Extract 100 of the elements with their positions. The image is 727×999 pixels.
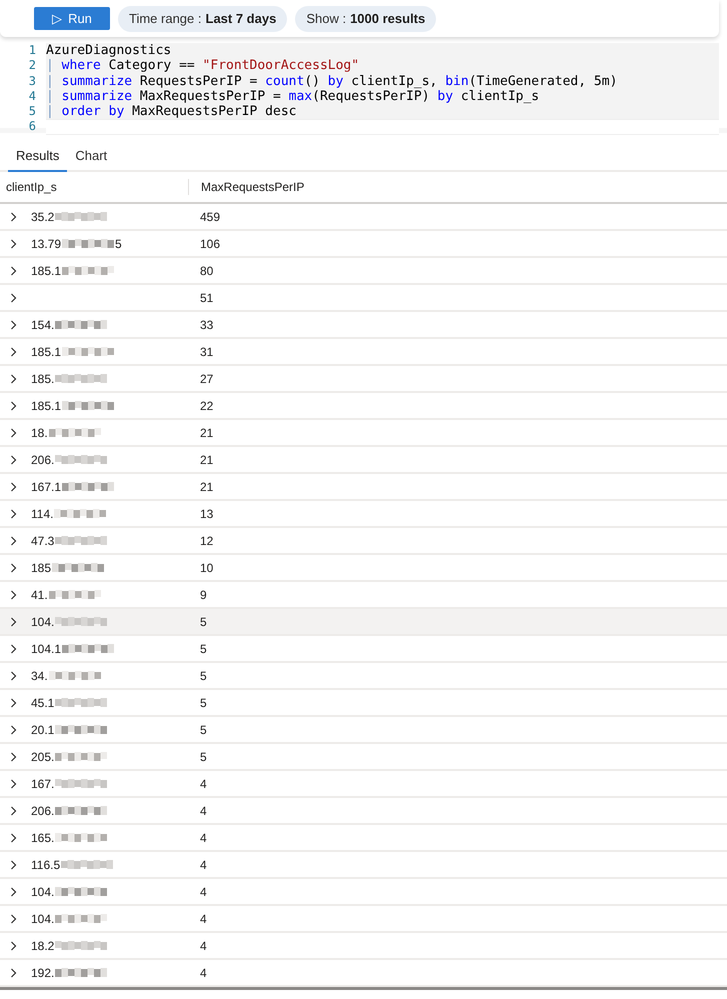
table-row[interactable]: 45.1 5 <box>0 690 727 717</box>
table-row[interactable]: 104. 4 <box>0 906 727 933</box>
table-cell-text: 22 <box>199 398 214 412</box>
expand-chevron-icon[interactable] <box>10 832 17 842</box>
ip-address: 20.1 <box>31 722 54 736</box>
expand-chevron-icon[interactable] <box>10 806 17 816</box>
expand-chevron-icon[interactable] <box>10 508 17 518</box>
table-row[interactable]: 206. 21 <box>0 447 727 474</box>
table-cell-text: 4 <box>199 830 208 844</box>
ip-address: 185.1 <box>31 344 62 358</box>
table-row[interactable]: 185.1 31 <box>0 339 727 366</box>
table-cell-text: 21 <box>199 452 214 466</box>
ip-address: 35.2 <box>31 210 54 224</box>
table-cell-text: 21 <box>199 480 214 494</box>
line-number: 4 <box>28 88 37 104</box>
ip-address: 185 <box>31 560 52 574</box>
table-row[interactable]: 185.1 80 <box>0 258 727 285</box>
run-button[interactable]: ▷ Run <box>34 7 110 30</box>
table-cell-text: 4 <box>199 938 208 952</box>
expand-chevron-icon[interactable] <box>10 212 17 222</box>
table-row[interactable]: 192. 4 <box>0 960 727 987</box>
table-row[interactable]: 35.2 459 <box>0 204 727 231</box>
table-cell-text: 5 <box>199 668 208 682</box>
line-number: 1 <box>28 43 37 58</box>
table-row[interactable]: 154. 33 <box>0 312 727 339</box>
expand-chevron-icon[interactable] <box>10 778 17 788</box>
table-cell-text: 5 <box>199 614 208 628</box>
ip-address: 18. <box>31 426 48 440</box>
expand-chevron-icon[interactable] <box>10 428 17 438</box>
expand-chevron-icon[interactable] <box>10 914 17 924</box>
table-row[interactable]: 18. 21 <box>0 420 727 447</box>
expand-chevron-icon[interactable] <box>10 886 17 896</box>
expand-chevron-icon[interactable] <box>10 968 17 978</box>
table-row[interactable]: 51 <box>0 285 727 312</box>
table-row[interactable]: 206. 4 <box>0 798 727 825</box>
expand-chevron-icon[interactable] <box>10 940 17 950</box>
line-number: 6 <box>28 119 37 135</box>
ip-address: 167. <box>31 776 54 790</box>
expand-chevron-icon[interactable] <box>10 616 17 626</box>
results-tab[interactable]: Chart <box>67 144 116 172</box>
time-range-selector[interactable]: Time range : Last 7 days <box>118 6 288 32</box>
expand-chevron-icon[interactable] <box>10 292 17 302</box>
ip-address: 185.1 <box>31 264 62 278</box>
table-row[interactable]: 185 10 <box>0 555 727 582</box>
table-row[interactable]: 104. 4 <box>0 879 727 906</box>
result-limit-selector[interactable]: Show : 1000 results <box>295 6 436 32</box>
table-row[interactable]: 185. 27 <box>0 366 727 393</box>
expand-chevron-icon[interactable] <box>10 346 17 356</box>
table-cell-text: 4 <box>199 776 208 790</box>
ip-address: 45.1 <box>31 696 54 710</box>
ip-address: 185. <box>31 372 54 386</box>
expand-chevron-icon[interactable] <box>10 752 17 762</box>
expand-chevron-icon[interactable] <box>10 320 17 330</box>
expand-chevron-icon[interactable] <box>10 454 17 464</box>
table-row[interactable]: 34. 5 <box>0 663 727 690</box>
ip-address: 104. <box>31 614 54 628</box>
table-cell-text: 33 <box>199 318 214 332</box>
ip-address: 114. <box>31 506 54 520</box>
table-cell-text: 5 <box>199 750 208 764</box>
table-row[interactable]: 167. 4 <box>0 771 727 798</box>
column-header[interactable]: MaxRequestsPerIP <box>188 179 727 195</box>
table-row[interactable]: 114. 13 <box>0 501 727 528</box>
table-row[interactable]: 165. 4 <box>0 825 727 852</box>
table-cell-text: 5 <box>199 642 208 656</box>
table-row[interactable]: 47.3 12 <box>0 528 727 555</box>
table-row[interactable]: 167.1 21 <box>0 474 727 501</box>
table-row[interactable]: 185.1 22 <box>0 393 727 420</box>
expand-chevron-icon[interactable] <box>10 562 17 572</box>
ip-address: 167.1 <box>31 480 62 494</box>
expand-chevron-icon[interactable] <box>10 670 17 680</box>
table-cell-text: 13 <box>199 506 214 520</box>
expand-chevron-icon[interactable] <box>10 644 17 654</box>
table-row[interactable]: 104.1 5 <box>0 636 727 663</box>
table-cell-text: 106 <box>199 236 222 250</box>
expand-chevron-icon[interactable] <box>10 536 17 546</box>
table-row[interactable]: 18.2 4 <box>0 933 727 960</box>
ip-address: 206. <box>31 452 54 466</box>
expand-chevron-icon[interactable] <box>10 590 17 600</box>
expand-chevron-icon[interactable] <box>10 400 17 410</box>
ip-address: 192. <box>31 966 54 980</box>
table-cell-text: 9 <box>199 588 208 602</box>
expand-chevron-icon[interactable] <box>10 860 17 870</box>
expand-chevron-icon[interactable] <box>10 266 17 276</box>
table-cell-text: 4 <box>199 804 208 818</box>
table-row[interactable]: 20.1 5 <box>0 717 727 744</box>
expand-chevron-icon[interactable] <box>10 238 17 248</box>
highlighted-row[interactable]: 104. 5 <box>0 609 727 636</box>
table-cell-text: 5 <box>199 722 208 736</box>
expand-chevron-icon[interactable] <box>10 724 17 734</box>
expand-chevron-icon[interactable] <box>10 482 17 492</box>
expand-chevron-icon[interactable] <box>10 374 17 384</box>
ip-address: 205. <box>31 750 54 764</box>
table-cell-text: 4 <box>199 884 208 898</box>
column-header[interactable]: clientIp_s <box>0 180 188 194</box>
line-number: 5 <box>28 104 37 120</box>
table-row[interactable]: 205. 5 <box>0 744 727 771</box>
table-row[interactable]: 116.5 4 <box>0 852 727 879</box>
expand-chevron-icon[interactable] <box>10 698 17 708</box>
table-row[interactable]: 13.79 5 106 <box>0 231 727 258</box>
results-tab[interactable]: Results <box>8 144 68 172</box>
